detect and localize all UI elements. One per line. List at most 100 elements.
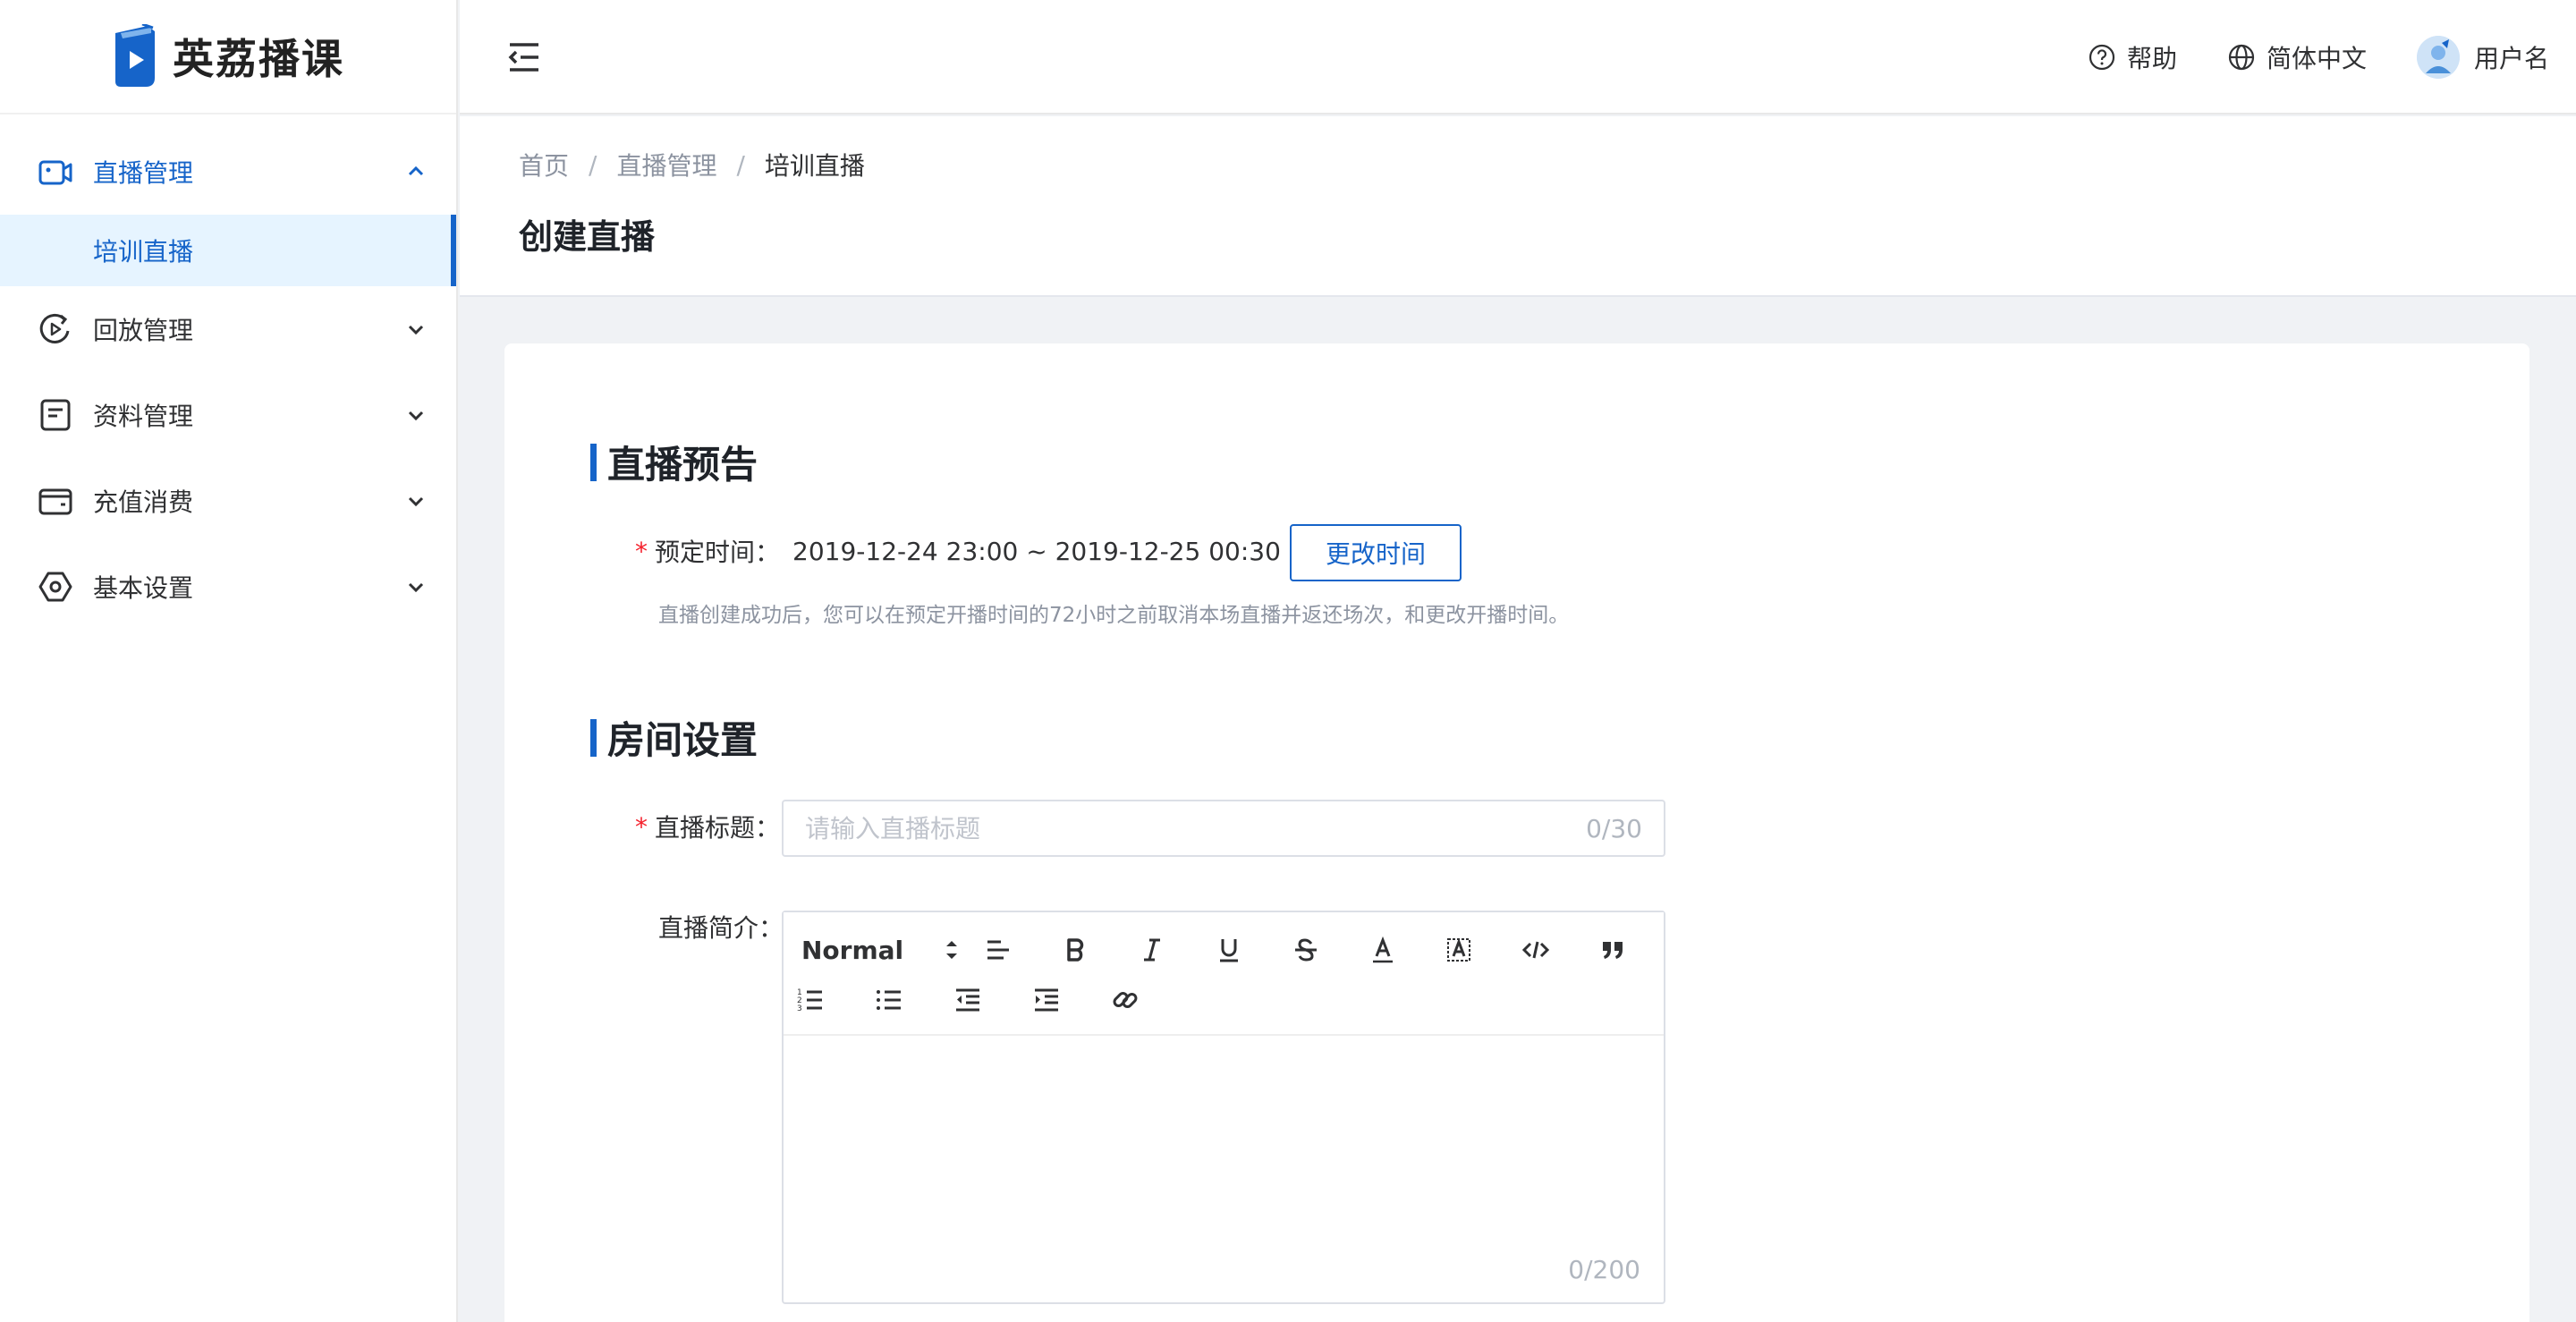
sidebar-item-label: 直播管理 <box>93 158 194 188</box>
sidebar-item-label: 基本设置 <box>93 573 194 603</box>
chevron-up-icon <box>406 162 426 182</box>
chevron-down-icon <box>406 491 426 511</box>
background-color-button[interactable] <box>1420 928 1497 972</box>
document-icon <box>36 395 75 435</box>
font-color-button[interactable] <box>1344 928 1421 972</box>
toolbar-row: Normal <box>796 925 1651 975</box>
indent-button[interactable] <box>1007 978 1086 1022</box>
sidebar-item-basic-settings[interactable]: 基本设置 <box>0 544 456 630</box>
wallet-icon <box>36 481 75 521</box>
editor-content-area[interactable]: 0/200 <box>784 1036 1664 1302</box>
quote-icon <box>1603 942 1623 959</box>
scheduled-time-label: 预定时间： <box>655 538 781 567</box>
create-live-form-card: 直播预告 * 预定时间： 2019-12-24 23:00 ~ 2019-12-… <box>504 343 2529 1322</box>
help-label: 帮助 <box>2126 44 2177 73</box>
globe-icon <box>2228 44 2255 71</box>
scheduled-time-row: * 预定时间： 2019-12-24 23:00 ~ 2019-12-25 00… <box>635 533 1281 569</box>
live-title-input[interactable] <box>805 813 1587 843</box>
align-button[interactable] <box>961 928 1038 972</box>
breadcrumb-separator: / <box>589 149 597 180</box>
strikethrough-button[interactable] <box>1267 928 1344 972</box>
username-label: 用户名 <box>2473 44 2549 73</box>
sidebar-item-recharge[interactable]: 充值消费 <box>0 458 456 544</box>
select-arrows-icon <box>945 941 957 959</box>
sidebar-item-playback-management[interactable]: 回放管理 <box>0 286 456 372</box>
bullet-list-icon <box>877 990 901 1010</box>
section-accent-bar <box>590 443 597 481</box>
scheduled-time-value: 2019-12-24 23:00 ~ 2019-12-25 00:30 <box>792 536 1281 566</box>
link-icon <box>1113 992 1138 1008</box>
header-actions: 帮助 简体中文 用户名 <box>2038 0 2549 114</box>
logo-icon <box>115 24 155 87</box>
toolbar-row: 123 <box>796 975 1651 1025</box>
sidebar-subitem-training-live[interactable]: 培训直播 <box>0 215 456 286</box>
bold-icon <box>1067 938 1084 962</box>
svg-text:3: 3 <box>797 1004 802 1013</box>
help-button[interactable]: 帮助 <box>2088 39 2177 75</box>
page-header: 首页 / 直播管理 / 培训直播 创建直播 <box>460 116 2576 297</box>
sidebar-item-label: 充值消费 <box>93 487 194 517</box>
italic-icon <box>1144 938 1161 962</box>
help-circle-icon <box>2089 44 2115 71</box>
scheduled-time-hint: 直播创建成功后，您可以在预定开播时间的72小时之前取消本场直播并返还场次，和更改… <box>658 604 1570 627</box>
sidebar-item-label: 回放管理 <box>93 316 194 345</box>
required-asterisk: * <box>635 811 648 842</box>
section-title-text: 直播预告 <box>607 443 758 487</box>
chevron-down-icon <box>406 577 426 597</box>
live-intro-label-row: 直播简介： <box>658 909 784 945</box>
app-root: 英荔播课 直播管理 培训直播 回放管理 资料管理 充值消费 基本设置 帮助 简体… <box>0 0 2576 1322</box>
sidebar-menu: 直播管理 培训直播 回放管理 资料管理 充值消费 基本设置 <box>0 114 456 630</box>
sidebar: 英荔播课 直播管理 培训直播 回放管理 资料管理 充值消费 基本设置 <box>0 0 458 1322</box>
editor-toolbar: Normal 1 2 3 <box>784 912 1664 1036</box>
live-title-label-row: * 直播标题： <box>635 809 780 844</box>
logo[interactable]: 英荔播课 <box>0 0 456 114</box>
background-color-icon <box>1447 937 1471 962</box>
breadcrumb-separator: / <box>736 149 745 180</box>
format-select[interactable]: Normal <box>796 928 961 972</box>
top-header: 帮助 简体中文 用户名 <box>460 0 2576 114</box>
ordered-list-button[interactable]: 123 <box>771 978 850 1022</box>
section-title-room-settings: 房间设置 <box>590 710 758 765</box>
outdent-button[interactable] <box>928 978 1007 1022</box>
language-label: 简体中文 <box>2266 44 2367 73</box>
breadcrumb-live-management[interactable]: 直播管理 <box>616 147 716 182</box>
ordered-list-icon: 123 <box>797 988 822 1013</box>
sidebar-item-materials-management[interactable]: 资料管理 <box>0 372 456 458</box>
bullet-list-button[interactable] <box>850 978 928 1022</box>
link-button[interactable] <box>1086 978 1165 1022</box>
align-left-icon <box>987 940 1010 960</box>
bold-button[interactable] <box>1037 928 1114 972</box>
code-button[interactable] <box>1497 928 1574 972</box>
settings-hexagon-icon <box>36 567 75 606</box>
code-icon <box>1522 941 1550 959</box>
sidebar-item-label: 资料管理 <box>93 402 194 431</box>
chevron-down-icon <box>406 405 426 425</box>
language-switcher[interactable]: 简体中文 <box>2227 39 2367 75</box>
breadcrumb-current: 培训直播 <box>764 151 865 181</box>
sidebar-item-live-management[interactable]: 直播管理 <box>0 129 456 215</box>
format-select-value: Normal <box>801 935 904 965</box>
editor-char-counter: 0/200 <box>1568 1255 1640 1284</box>
required-asterisk: * <box>635 536 648 566</box>
breadcrumb: 首页 / 直播管理 / 培训直播 <box>519 147 865 182</box>
section-title-live-preview: 直播预告 <box>590 435 758 489</box>
live-intro-label: 直播简介： <box>658 913 784 943</box>
blockquote-button[interactable] <box>1574 928 1651 972</box>
outdent-icon <box>956 988 979 1012</box>
avatar <box>2416 36 2460 79</box>
live-title-counter: 0/30 <box>1586 813 1642 843</box>
change-time-button[interactable]: 更改时间 <box>1290 524 1462 581</box>
breadcrumb-home[interactable]: 首页 <box>519 147 569 182</box>
italic-button[interactable] <box>1114 928 1191 972</box>
sidebar-subitem-label: 培训直播 <box>93 237 194 267</box>
section-accent-bar <box>590 718 597 757</box>
user-menu[interactable]: 用户名 <box>2416 36 2549 79</box>
underline-button[interactable] <box>1191 928 1267 972</box>
menu-collapse-icon[interactable] <box>504 38 544 77</box>
page-title: 创建直播 <box>519 217 656 257</box>
rich-text-editor: Normal 1 2 3 0/200 <box>782 911 1665 1304</box>
font-color-icon <box>1372 936 1393 963</box>
indent-icon <box>1035 988 1058 1012</box>
live-title-field: 0/30 <box>782 800 1665 857</box>
strikethrough-icon <box>1294 938 1317 962</box>
